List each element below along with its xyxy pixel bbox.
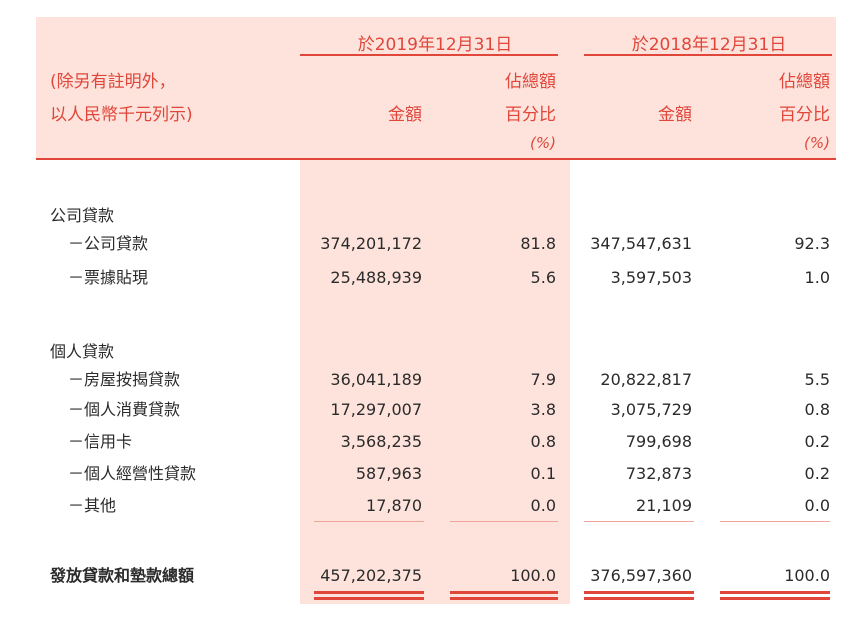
total-double-rule-amt2019-b xyxy=(314,597,424,600)
col-amount-2019: 金額 xyxy=(388,105,422,125)
row-amt2019: 25,488,939 xyxy=(330,268,422,287)
subtotal-rule-pct2018 xyxy=(720,521,830,522)
col-pct-2018-unit: (%) xyxy=(804,134,830,152)
row-amt2018: 732,873 xyxy=(625,464,692,483)
row-label: －房屋按揭貸款 xyxy=(68,370,181,389)
row-pct2018: 1.0 xyxy=(804,268,830,287)
row-label: －個人消費貸款 xyxy=(68,400,181,419)
row-amt2018: 347,547,631 xyxy=(590,234,692,253)
col-pct-2019-line2: 百分比 xyxy=(505,105,556,125)
row-label: －票據貼現 xyxy=(68,268,149,287)
row-amt2018: 21,109 xyxy=(636,496,692,515)
subtotal-rule-amt2018 xyxy=(584,521,694,522)
col-pct-2019-unit: (%) xyxy=(530,134,556,152)
row-amt2019: 587,963 xyxy=(355,464,422,483)
row-amt2019: 36,041,189 xyxy=(330,370,422,389)
row-pct2019: 81.8 xyxy=(520,234,556,253)
row-amt2019: 374,201,172 xyxy=(320,234,422,253)
col-amount-2018: 金額 xyxy=(658,105,692,125)
row-amt2018: 20,822,817 xyxy=(600,370,692,389)
subtotal-rule-pct2019 xyxy=(450,521,558,522)
total-double-rule-pct2018-a xyxy=(720,591,830,594)
header-bottom-rule xyxy=(36,158,836,160)
period-2019-header: 於2019年12月31日 xyxy=(357,35,513,55)
period-2018-underline xyxy=(584,54,832,56)
row-pct2018: 0.2 xyxy=(804,464,830,483)
unit-note-line2: 以人民幣千元列示) xyxy=(50,105,193,125)
total-amt2018: 376,597,360 xyxy=(590,566,692,585)
total-double-rule-pct2019-a xyxy=(450,591,558,594)
row-pct2018: 0.0 xyxy=(804,496,830,515)
total-double-rule-amt2019-a xyxy=(314,591,424,594)
col-pct-2018-line1: 佔總額 xyxy=(779,72,830,92)
total-pct2018: 100.0 xyxy=(784,566,830,585)
section-title-personal: 個人貸款 xyxy=(50,342,115,361)
row-label: －其他 xyxy=(68,496,117,515)
row-amt2019: 17,870 xyxy=(366,496,422,515)
unit-note-line1: (除另有註明外， xyxy=(50,72,176,92)
total-double-rule-pct2019-b xyxy=(450,597,558,600)
col-pct-2019-line1: 佔總額 xyxy=(505,72,556,92)
row-amt2019: 17,297,007 xyxy=(330,400,422,419)
row-amt2019: 3,568,235 xyxy=(340,432,422,451)
row-pct2019: 3.8 xyxy=(530,400,556,419)
row-amt2018: 3,597,503 xyxy=(610,268,692,287)
row-pct2018: 0.2 xyxy=(804,432,830,451)
row-pct2019: 7.9 xyxy=(530,370,556,389)
total-label: 發放貸款和墊款總額 xyxy=(50,566,195,585)
row-label: －公司貸款 xyxy=(68,234,149,253)
row-pct2018: 92.3 xyxy=(794,234,830,253)
period-2018-header: 於2018年12月31日 xyxy=(631,35,787,55)
total-pct2019: 100.0 xyxy=(510,566,556,585)
row-label: －個人經營性貸款 xyxy=(68,464,197,483)
section-title-corporate: 公司貸款 xyxy=(50,206,115,225)
total-double-rule-amt2018-a xyxy=(584,591,694,594)
row-pct2019: 5.6 xyxy=(530,268,556,287)
row-pct2019: 0.8 xyxy=(530,432,556,451)
total-amt2019: 457,202,375 xyxy=(320,566,422,585)
total-double-rule-amt2018-b xyxy=(584,597,694,600)
row-pct2018: 0.8 xyxy=(804,400,830,419)
row-pct2018: 5.5 xyxy=(804,370,830,389)
row-amt2018: 3,075,729 xyxy=(610,400,692,419)
row-label: －信用卡 xyxy=(68,432,133,451)
row-pct2019: 0.0 xyxy=(530,496,556,515)
period-2019-underline xyxy=(300,54,558,56)
row-pct2019: 0.1 xyxy=(530,464,556,483)
subtotal-rule-amt2019 xyxy=(314,521,424,522)
col-pct-2018-line2: 百分比 xyxy=(779,105,830,125)
row-amt2018: 799,698 xyxy=(625,432,692,451)
total-double-rule-pct2018-b xyxy=(720,597,830,600)
